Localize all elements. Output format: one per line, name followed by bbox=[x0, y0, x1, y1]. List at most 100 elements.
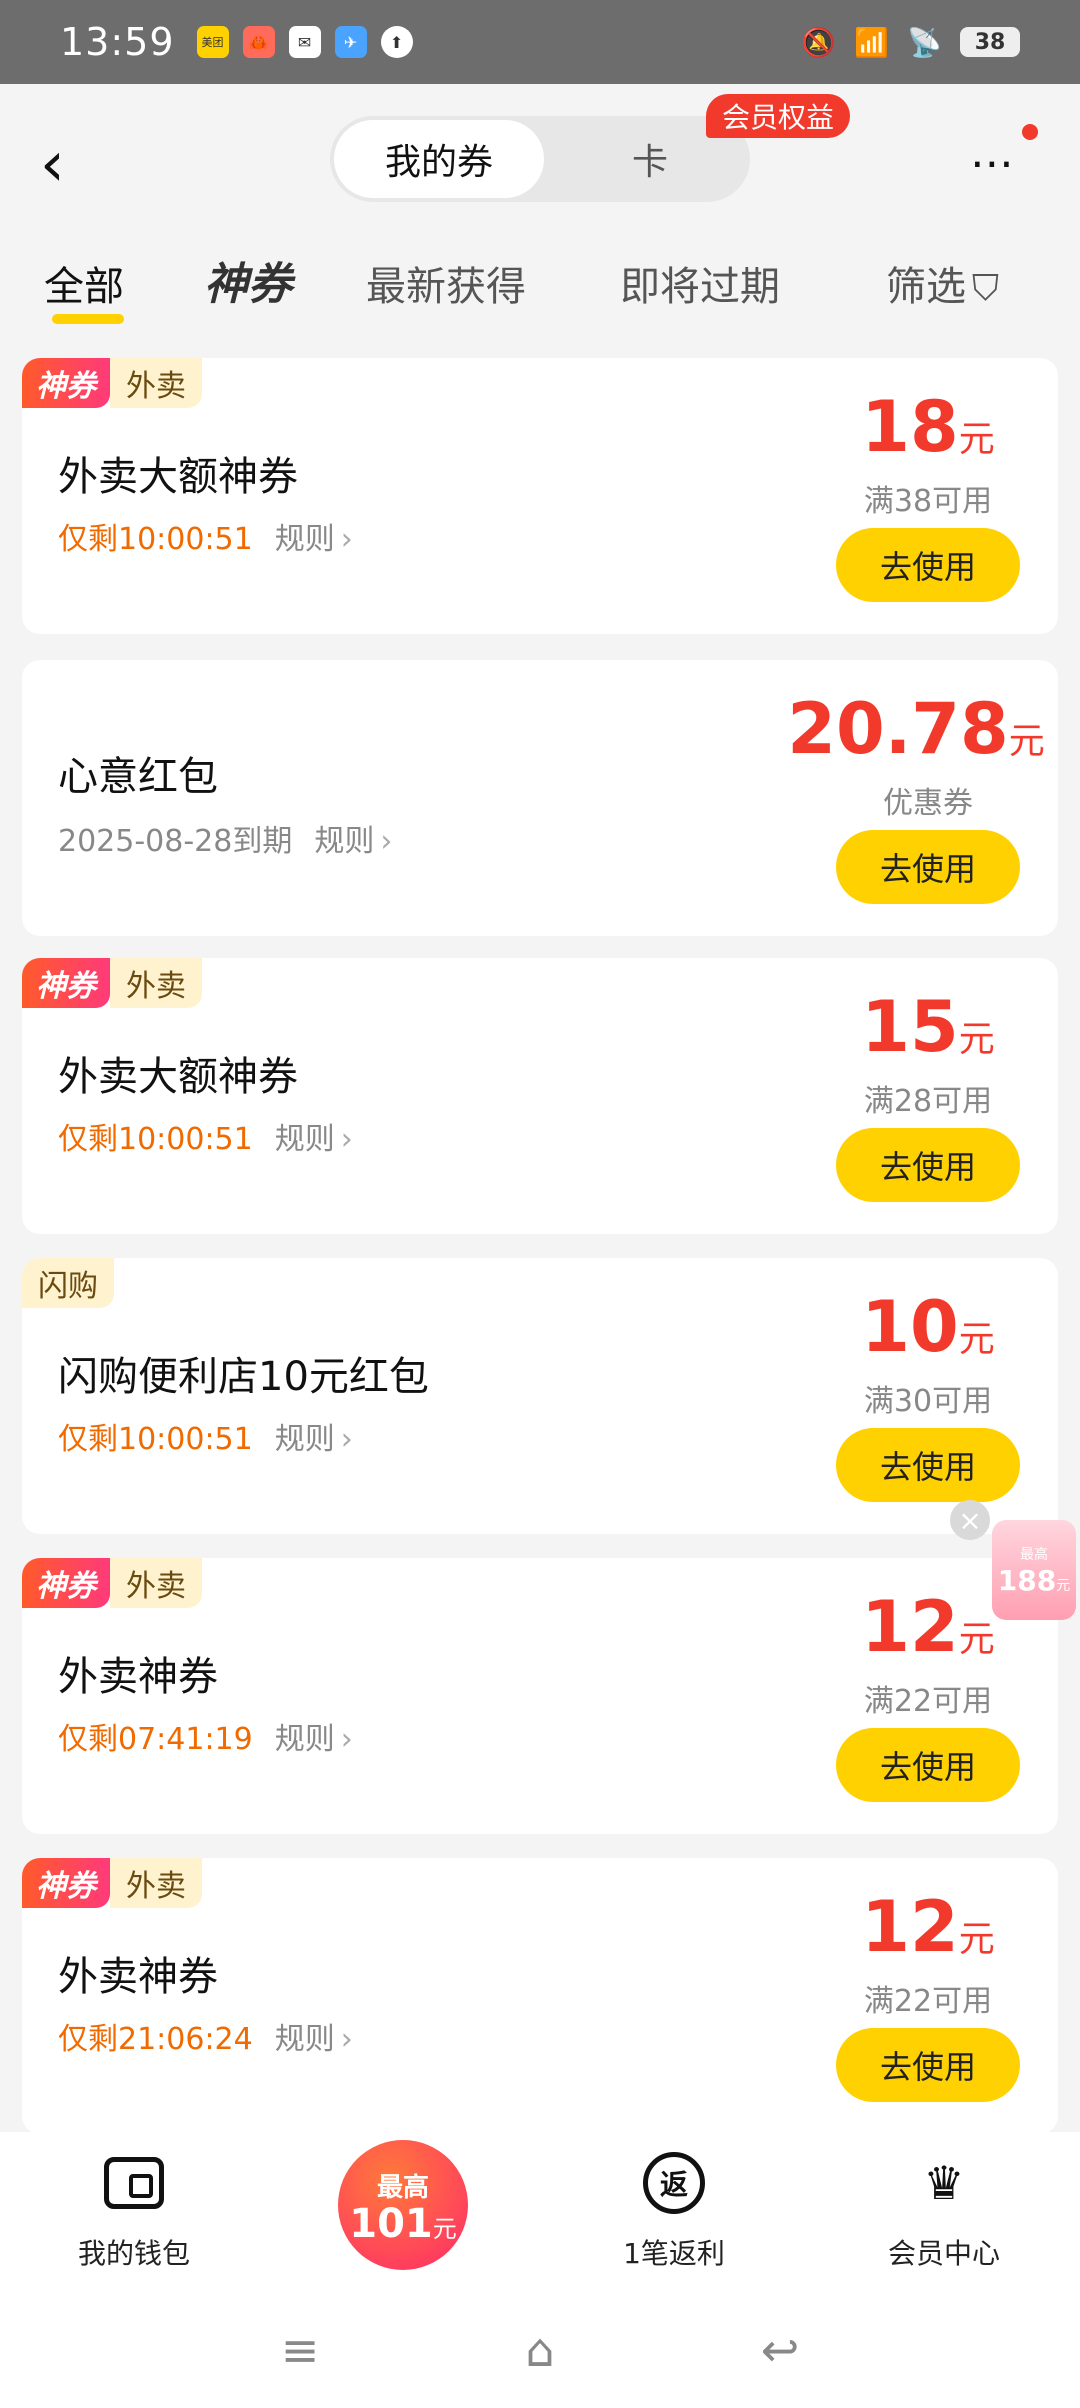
shen-coupon-tag: 神券 bbox=[22, 1558, 110, 1608]
chevron-right-icon: › bbox=[340, 522, 353, 557]
coupon-card: 神券 外卖 外卖神券 仅剩07:41:19 规则 › 12元 满22可用 去使用 bbox=[22, 1558, 1058, 1834]
coupon-condition: 优惠券 bbox=[883, 786, 973, 821]
rules-label: 规则 bbox=[274, 2022, 335, 2057]
nav-wallet-label: 我的钱包 bbox=[77, 2237, 190, 2270]
countdown: 仅剩10:00:51 bbox=[58, 1422, 253, 1457]
floating-promo[interactable]: × 最高 188元 bbox=[950, 1500, 1080, 1640]
shen-coupon-tag: 神券 bbox=[22, 958, 110, 1008]
amount-value: 20.78 bbox=[787, 688, 1009, 770]
send-app-icon: ✈ bbox=[334, 26, 367, 58]
rules-link[interactable]: 规则 › bbox=[275, 1114, 353, 1158]
countdown: 仅剩21:06:24 bbox=[58, 2022, 253, 2057]
more-icon[interactable]: ⋯ bbox=[970, 134, 1040, 194]
chevron-right-icon: › bbox=[340, 1122, 353, 1157]
use-button[interactable]: 去使用 bbox=[836, 1428, 1020, 1502]
rules-label: 规则 bbox=[314, 824, 375, 859]
coupon-card: 神券 外卖 外卖大额神券 仅剩10:00:51 规则 › 18元 满38可用 去使… bbox=[22, 358, 1058, 634]
coupon-condition: 满38可用 bbox=[863, 484, 993, 519]
coupon-condition: 满30可用 bbox=[863, 1384, 993, 1419]
floating-promo-unit: 元 bbox=[1056, 1577, 1071, 1594]
coupon-title: 外卖大额神券 bbox=[58, 454, 298, 500]
use-button[interactable]: 去使用 bbox=[836, 1728, 1020, 1802]
menu-icon[interactable]: ≡ bbox=[265, 2320, 335, 2380]
amount-unit: 元 bbox=[958, 1919, 995, 1960]
nav-member-center[interactable]: ♛ 会员中心 bbox=[834, 2152, 1054, 2272]
use-button[interactable]: 去使用 bbox=[836, 830, 1020, 904]
coupon-tags: 神券 外卖 bbox=[22, 1858, 202, 1908]
status-time: 13:59 bbox=[60, 20, 175, 64]
nav-rebate[interactable]: 返 1笔返利 bbox=[564, 2152, 784, 2272]
bottom-nav: 我的钱包 最高 101元 返 1笔返利 ♛ 会员中心 bbox=[0, 2132, 1080, 2292]
rebate-icon-wrap: 返 bbox=[643, 2152, 705, 2214]
category-tag: 闪购 bbox=[22, 1258, 114, 1308]
header: ‹ 我的券 卡 会员权益 ⋯ bbox=[0, 84, 1080, 234]
back-button[interactable]: ‹ bbox=[40, 124, 100, 204]
coupon-meta: 仅剩10:00:51 规则 › bbox=[58, 1414, 353, 1458]
amount-unit: 元 bbox=[958, 1019, 995, 1060]
status-app-icons: 美团 🦀 ✉ ✈ ⬆ bbox=[196, 26, 413, 58]
rules-label: 规则 bbox=[274, 1422, 335, 1457]
category-tag: 外卖 bbox=[110, 958, 202, 1008]
nav-rebate-label: 1笔返利 bbox=[623, 2237, 725, 2270]
nav-wallet[interactable]: 我的钱包 bbox=[24, 2152, 244, 2272]
coupon-card: 神券 外卖 外卖大额神券 仅剩10:00:51 规则 › 15元 满28可用 去使… bbox=[22, 958, 1058, 1234]
coupon-card: 闪购 闪购便利店10元红包 仅剩10:00:51 规则 › 10元 满30可用 去… bbox=[22, 1258, 1058, 1534]
chevron-right-icon: › bbox=[340, 2022, 353, 2057]
tab-shen-coupon[interactable]: 神券 bbox=[204, 248, 292, 312]
coupon-title: 心意红包 bbox=[58, 754, 218, 800]
tab-all[interactable]: 全部 bbox=[44, 254, 124, 312]
chevron-right-icon: › bbox=[380, 824, 393, 859]
center-promo-unit: 元 bbox=[432, 2214, 457, 2243]
amount-value: 12 bbox=[861, 1886, 959, 1968]
use-button[interactable]: 去使用 bbox=[836, 2028, 1020, 2102]
coupon-title: 外卖神券 bbox=[58, 1654, 218, 1700]
coupon-title: 外卖神券 bbox=[58, 1954, 218, 2000]
coupon-amount: 10元 bbox=[798, 1286, 1058, 1368]
rules-link[interactable]: 规则 › bbox=[275, 2014, 353, 2058]
coupon-card: 神券 外卖 外卖神券 仅剩21:06:24 规则 › 12元 满22可用 去使用 bbox=[22, 1858, 1058, 2134]
use-button[interactable]: 去使用 bbox=[836, 528, 1020, 602]
amount-value: 15 bbox=[861, 986, 959, 1068]
crab-app-icon: 🦀 bbox=[242, 26, 275, 58]
rules-link[interactable]: 规则 › bbox=[275, 514, 353, 558]
status-right: 🔕 📶 📡 38 bbox=[801, 26, 1020, 59]
amount-value: 10 bbox=[861, 1286, 959, 1368]
wallet-icon-wrap bbox=[103, 2152, 165, 2214]
coupon-condition: 满28可用 bbox=[863, 1084, 993, 1119]
shen-coupon-tag: 神券 bbox=[22, 1858, 110, 1908]
center-promo-button[interactable]: 最高 101元 bbox=[338, 2140, 468, 2270]
tab-latest[interactable]: 最新获得 bbox=[366, 254, 526, 312]
rules-link[interactable]: 规则 › bbox=[275, 1714, 353, 1758]
crown-icon: ♛ bbox=[923, 2156, 965, 2210]
home-icon[interactable]: ⌂ bbox=[505, 2320, 575, 2380]
floating-promo-label: 最高 bbox=[1020, 1546, 1048, 1563]
tab-filter[interactable]: 筛选 ⛉ bbox=[886, 254, 999, 312]
use-button[interactable]: 去使用 bbox=[836, 1128, 1020, 1202]
amount-value: 18 bbox=[861, 386, 959, 468]
tab-expiring[interactable]: 即将过期 bbox=[620, 254, 780, 312]
countdown: 仅剩10:00:51 bbox=[58, 522, 253, 557]
mute-icon: 🔕 bbox=[801, 25, 837, 59]
upload-app-icon: ⬆ bbox=[380, 26, 413, 58]
amount-unit: 元 bbox=[958, 1319, 995, 1360]
member-benefits-badge[interactable]: 会员权益 bbox=[706, 94, 851, 138]
coupon-amount: 20.78元 bbox=[766, 688, 1058, 770]
center-promo-label: 最高 bbox=[376, 2172, 429, 2203]
floating-promo-card[interactable]: 最高 188元 bbox=[992, 1520, 1076, 1620]
rules-link[interactable]: 规则 › bbox=[314, 816, 392, 860]
coupon-tags: 神券 外卖 bbox=[22, 358, 202, 408]
close-icon[interactable]: × bbox=[950, 1500, 990, 1540]
floating-promo-amount: 188 bbox=[997, 1563, 1057, 1597]
tab-my-coupons[interactable]: 我的券 bbox=[334, 120, 544, 198]
rules-label: 规则 bbox=[274, 1122, 335, 1157]
rules-link[interactable]: 规则 › bbox=[275, 1414, 353, 1458]
battery-icon: 38 bbox=[960, 27, 1020, 57]
coupon-card: 心意红包 2025-08-28到期 规则 › 20.78元 优惠券 去使用 bbox=[22, 660, 1058, 936]
amount-unit: 元 bbox=[958, 419, 995, 460]
coupon-tags: 神券 外卖 bbox=[22, 958, 202, 1008]
coupon-tags: 闪购 bbox=[22, 1258, 114, 1308]
coupon-tags: 神券 外卖 bbox=[22, 1558, 202, 1608]
coupon-title: 外卖大额神券 bbox=[58, 1054, 298, 1100]
filter-icon: ⛉ bbox=[972, 268, 1000, 309]
back-nav-icon[interactable]: ↩ bbox=[745, 2320, 815, 2380]
